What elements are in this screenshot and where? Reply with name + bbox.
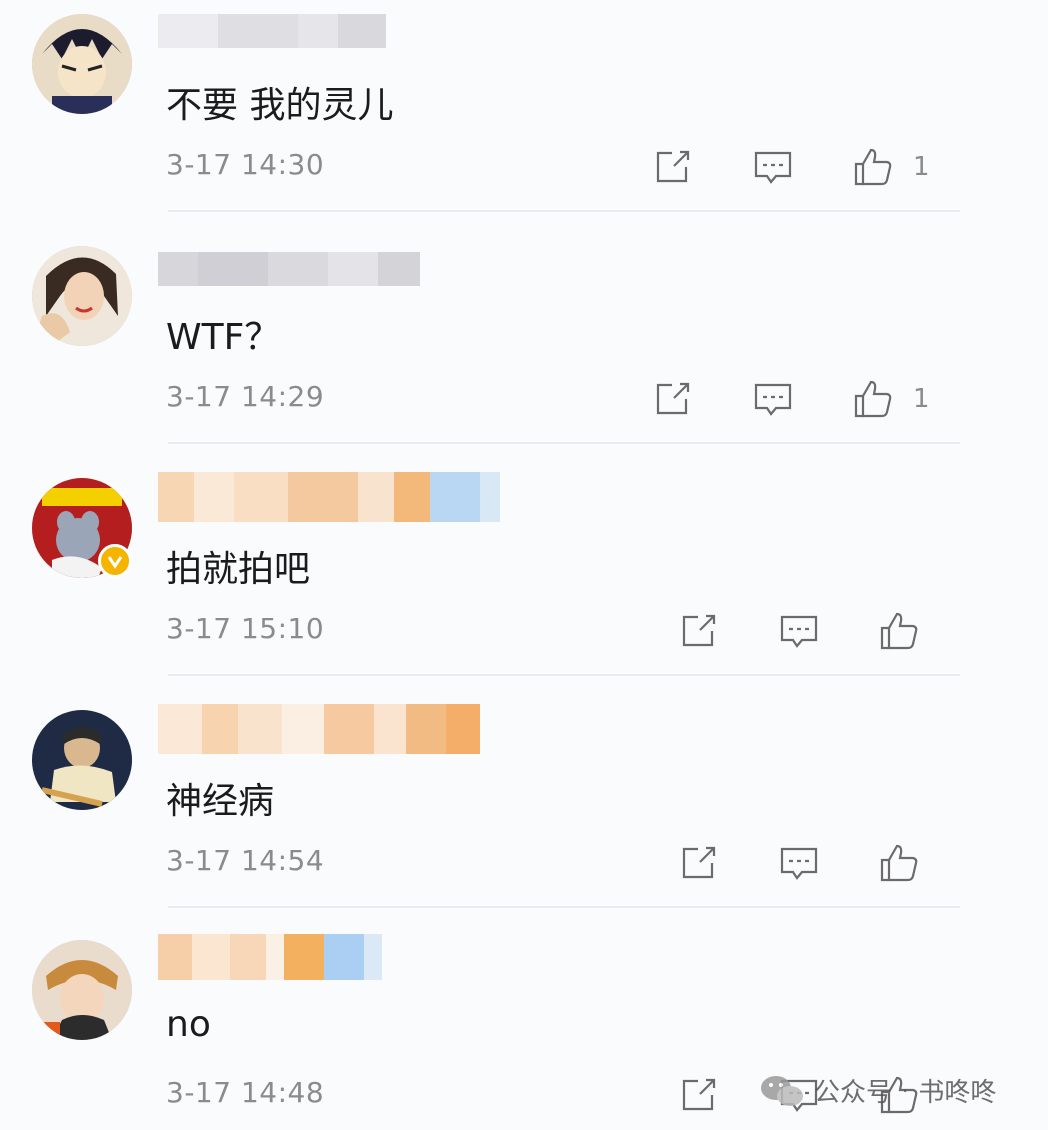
comment-text: no bbox=[166, 1004, 211, 1045]
comment-text: WTF？ bbox=[166, 317, 281, 358]
watermark-dot: · bbox=[902, 1078, 909, 1103]
avatar[interactable] bbox=[32, 14, 132, 114]
thumbs-up-icon[interactable] bbox=[852, 378, 894, 420]
avatar[interactable] bbox=[32, 940, 132, 1040]
divider bbox=[168, 906, 960, 908]
divider bbox=[168, 210, 960, 212]
comment-text: 不要 我的灵儿 bbox=[166, 85, 394, 126]
timestamp: 3-17 14:54 bbox=[166, 844, 325, 877]
comment-text: 拍就拍吧 bbox=[166, 549, 311, 590]
timestamp: 3-17 14:30 bbox=[166, 148, 325, 181]
avatar[interactable] bbox=[32, 710, 132, 810]
timestamp: 3-17 14:29 bbox=[166, 380, 325, 413]
divider bbox=[168, 442, 960, 444]
username-blurred[interactable] bbox=[158, 252, 420, 286]
wechat-icon bbox=[760, 1074, 804, 1108]
share-icon[interactable] bbox=[652, 146, 694, 188]
comment-text: 神经病 bbox=[166, 781, 275, 822]
comment-icon[interactable] bbox=[778, 610, 820, 652]
watermark: 公众号 · 书咚咚 bbox=[760, 1072, 996, 1109]
watermark-account: 书咚咚 bbox=[918, 1078, 997, 1108]
share-icon[interactable] bbox=[678, 610, 720, 652]
share-icon[interactable] bbox=[652, 378, 694, 420]
verified-badge-icon bbox=[98, 544, 132, 578]
timestamp: 3-17 15:10 bbox=[166, 612, 325, 645]
username-blurred[interactable] bbox=[158, 472, 500, 522]
divider bbox=[168, 674, 960, 676]
comment-icon[interactable] bbox=[752, 146, 794, 188]
thumbs-up-icon[interactable] bbox=[878, 610, 920, 652]
username-blurred[interactable] bbox=[158, 934, 382, 980]
comment-icon[interactable] bbox=[752, 378, 794, 420]
watermark-label: 公众号 bbox=[814, 1078, 893, 1108]
thumbs-up-icon[interactable] bbox=[878, 842, 920, 884]
username-blurred[interactable] bbox=[158, 704, 480, 754]
share-icon[interactable] bbox=[678, 842, 720, 884]
avatar[interactable] bbox=[32, 246, 132, 346]
comment-icon[interactable] bbox=[778, 842, 820, 884]
username-blurred[interactable] bbox=[158, 14, 386, 48]
share-icon[interactable] bbox=[678, 1074, 720, 1116]
like-count: 1 bbox=[913, 152, 930, 182]
timestamp: 3-17 14:48 bbox=[166, 1076, 325, 1109]
thumbs-up-icon[interactable] bbox=[852, 146, 894, 188]
like-count: 1 bbox=[913, 384, 930, 414]
